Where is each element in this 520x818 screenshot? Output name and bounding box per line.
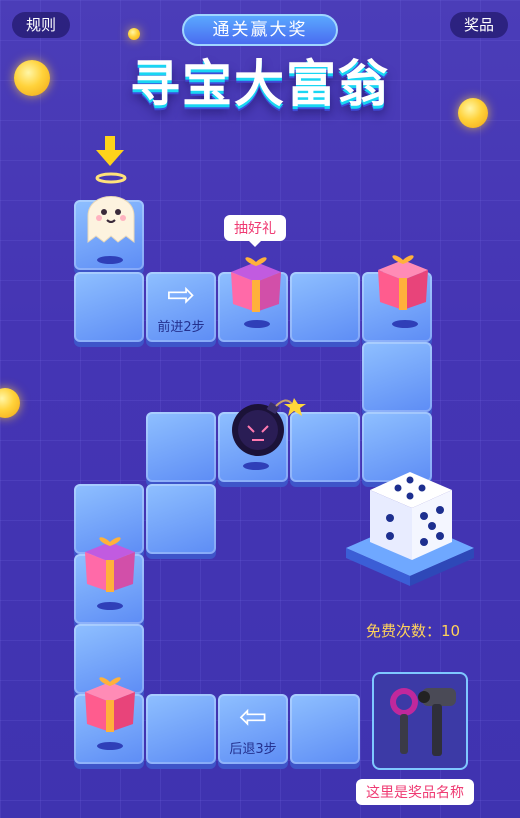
gift-icon[interactable] [79, 532, 141, 594]
dice-icon[interactable] [340, 460, 480, 590]
prize-name-label: 这里是奖品名称 [356, 779, 474, 805]
gift-icon[interactable] [372, 250, 434, 312]
board-tile [290, 694, 360, 764]
hair-dryer-icon [390, 688, 456, 756]
banner-subtitle: 通关赢大奖 [182, 14, 338, 46]
coin-icon [14, 60, 50, 96]
board-tile [290, 272, 360, 342]
tile-shadow [244, 320, 270, 328]
free-count-value: 10 [441, 622, 461, 640]
prize-card[interactable] [372, 672, 468, 770]
down-arrow-icon [96, 136, 124, 166]
tile-shadow [97, 602, 123, 610]
board-tile [146, 694, 216, 764]
bomb-icon[interactable] [228, 396, 310, 462]
tile-shadow [243, 462, 269, 470]
tile-shadow [392, 320, 418, 328]
arrow-left-icon: ⇦ [238, 697, 268, 737]
tile-shadow [97, 256, 123, 264]
page-title: 寻宝大富翁 [130, 55, 390, 113]
prizes-button[interactable]: 奖品 [449, 12, 508, 38]
board-tile-back: ⇦ 后退3步 [218, 694, 288, 764]
rules-button[interactable]: 规则 [12, 12, 71, 38]
free-count-label: 免费次数： [366, 622, 442, 640]
gift-icon[interactable] [225, 252, 287, 314]
free-count-text: 免费次数：10 [366, 620, 460, 641]
arrow-right-icon: ⇨ [166, 275, 196, 315]
draw-gift-bubble: 抽好礼 [224, 215, 286, 247]
coin-icon [128, 28, 140, 40]
ghost-icon[interactable] [80, 170, 142, 250]
board-tile [362, 342, 432, 412]
back-label: 后退3步 [229, 742, 277, 757]
gift-icon[interactable] [79, 672, 141, 734]
coin-icon [458, 98, 488, 128]
board-tile-forward: ⇨ 前进2步 [146, 272, 216, 342]
forward-label: 前进2步 [157, 320, 205, 335]
board-tile [146, 484, 216, 554]
board-tile [74, 272, 144, 342]
tile-shadow [97, 742, 123, 750]
board-tile [146, 412, 216, 482]
